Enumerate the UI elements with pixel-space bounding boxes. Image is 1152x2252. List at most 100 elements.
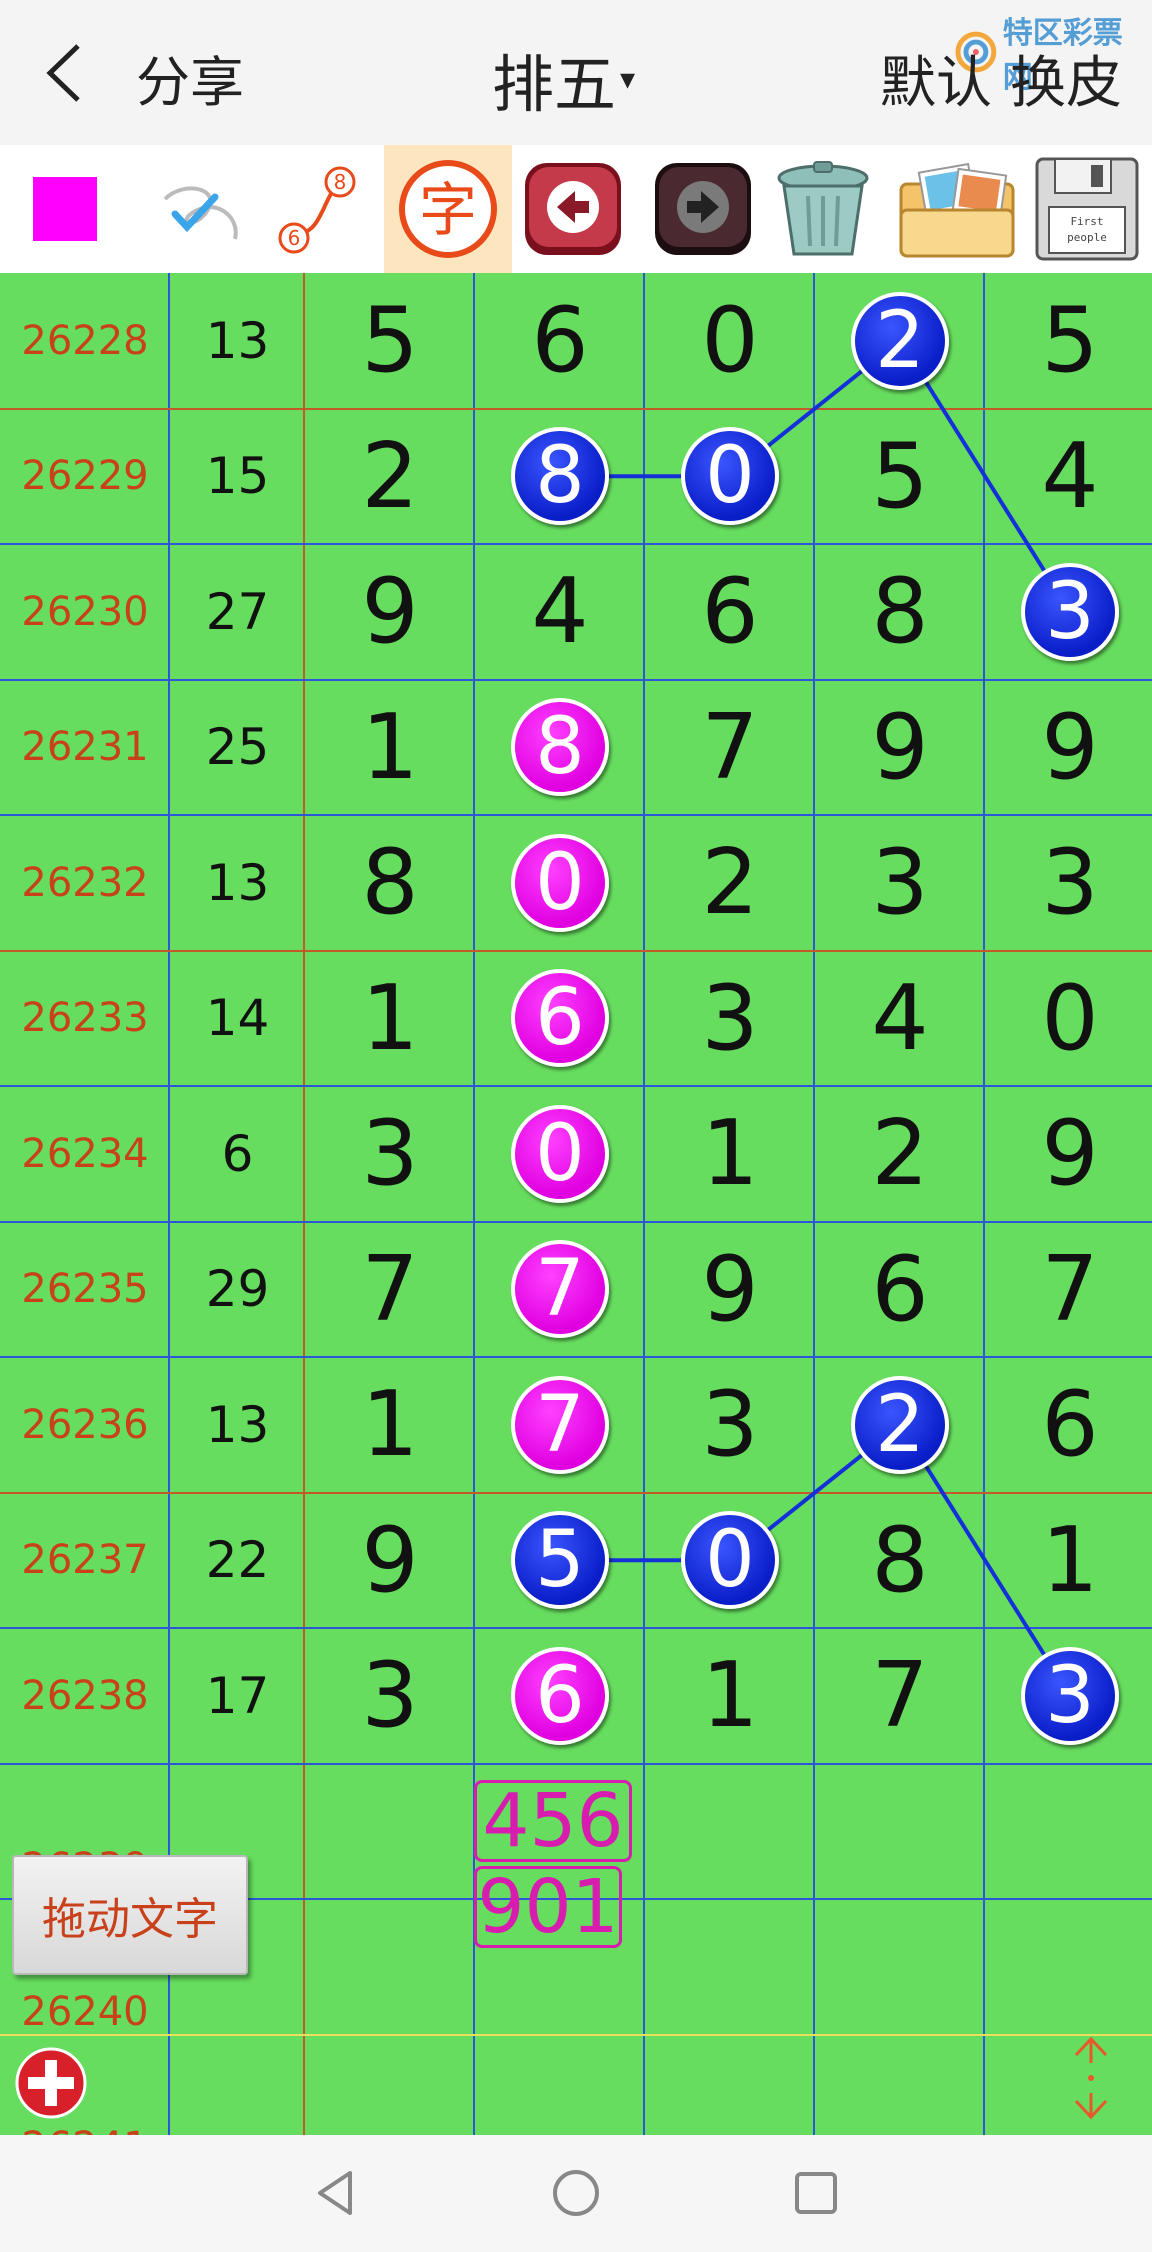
digit-cell[interactable]: 0 bbox=[475, 815, 645, 951]
digit-value: 1 bbox=[361, 694, 419, 800]
lottery-trend-grid[interactable]: 26228 13 5 6 0 2 5 26229 15 2 8 0 5 4 26230 27 9 4 6 8 3 2623… bbox=[0, 273, 1152, 2135]
digit-cell[interactable] bbox=[475, 2035, 645, 2136]
undo-button[interactable] bbox=[518, 145, 628, 273]
digit-cell[interactable]: 1 bbox=[645, 1086, 815, 1222]
digit-value: 7 bbox=[701, 694, 759, 800]
digit-cell[interactable]: 2 bbox=[305, 409, 475, 545]
digit-cell[interactable]: 3 bbox=[815, 815, 985, 951]
digit-cell[interactable] bbox=[645, 1764, 815, 1900]
digit-cell[interactable]: 7 bbox=[305, 1222, 475, 1358]
digit-cell[interactable]: 1 bbox=[305, 680, 475, 816]
digit-cell[interactable] bbox=[985, 1764, 1152, 1900]
pen-tool-button[interactable] bbox=[140, 145, 260, 273]
save-button[interactable]: First people bbox=[1028, 145, 1146, 273]
digit-value: 9 bbox=[361, 559, 419, 665]
default-button[interactable]: 默认 bbox=[880, 38, 992, 119]
digit-cell[interactable] bbox=[305, 2035, 475, 2136]
color-swatch-button[interactable] bbox=[10, 145, 120, 273]
digit-cell[interactable] bbox=[815, 2035, 985, 2136]
drag-text-button[interactable]: 拖动文字 bbox=[12, 1855, 248, 1975]
digit-cell[interactable]: 0 bbox=[985, 951, 1152, 1087]
digit-value: 3 bbox=[701, 1372, 759, 1478]
change-skin-button[interactable]: 换皮 bbox=[1010, 38, 1122, 119]
drawing-toolbar: 8 6 字 First people bbox=[0, 145, 1152, 273]
digit-cell[interactable]: 8 bbox=[475, 680, 645, 816]
digit-cell[interactable] bbox=[815, 1764, 985, 1900]
digit-cell[interactable]: 9 bbox=[815, 680, 985, 816]
digit-cell[interactable]: 6 bbox=[475, 1628, 645, 1764]
lottery-type-dropdown[interactable]: 排五 ▾ bbox=[492, 34, 635, 124]
digit-cell[interactable]: 3 bbox=[645, 951, 815, 1087]
prediction-box-2[interactable]: 901 bbox=[474, 1866, 622, 1948]
digit-cell[interactable]: 9 bbox=[985, 680, 1152, 816]
digit-cell[interactable]: 5 bbox=[475, 1493, 645, 1629]
digit-cell[interactable] bbox=[305, 1764, 475, 1900]
digit-cell[interactable]: 3 bbox=[985, 1628, 1152, 1764]
digit-cell[interactable]: 9 bbox=[305, 544, 475, 680]
add-icon[interactable] bbox=[14, 2046, 88, 2120]
digit-cell[interactable] bbox=[645, 2035, 815, 2136]
trash-button[interactable] bbox=[768, 145, 878, 273]
nav-home-icon[interactable] bbox=[546, 2163, 606, 2223]
digit-cell[interactable]: 4 bbox=[475, 544, 645, 680]
digit-cell[interactable]: 0 bbox=[645, 1493, 815, 1629]
digit-cell[interactable]: 2 bbox=[815, 1086, 985, 1222]
digit-cell[interactable]: 7 bbox=[815, 1628, 985, 1764]
redo-button[interactable] bbox=[648, 145, 758, 273]
digit-cell[interactable]: 1 bbox=[305, 1357, 475, 1493]
digit-cell[interactable]: 3 bbox=[985, 544, 1152, 680]
digit-cell[interactable]: 6 bbox=[815, 1222, 985, 1358]
digit-cell[interactable]: 7 bbox=[985, 1222, 1152, 1358]
digit-cell[interactable]: 0 bbox=[645, 273, 815, 409]
digit-cell[interactable]: 3 bbox=[645, 1357, 815, 1493]
text-tool-button[interactable]: 字 bbox=[384, 145, 512, 273]
scroll-arrows-icon[interactable] bbox=[1068, 2033, 1114, 2123]
digit-cell[interactable]: 6 bbox=[475, 273, 645, 409]
digit-cell[interactable]: 5 bbox=[305, 273, 475, 409]
digit-cell[interactable]: 7 bbox=[645, 680, 815, 816]
digit-cell[interactable]: 4 bbox=[815, 951, 985, 1087]
digit-cell[interactable]: 6 bbox=[645, 544, 815, 680]
digit-value: 6 bbox=[871, 1236, 929, 1342]
digit-cell[interactable]: 0 bbox=[475, 1086, 645, 1222]
digit-cell[interactable]: 3 bbox=[985, 815, 1152, 951]
digit-cell[interactable]: 9 bbox=[645, 1222, 815, 1358]
digit-cell[interactable]: 6 bbox=[475, 951, 645, 1087]
digit-cell[interactable]: 6 bbox=[985, 1357, 1152, 1493]
digit-cell[interactable] bbox=[645, 1899, 815, 2035]
digit-cell[interactable]: 5 bbox=[985, 273, 1152, 409]
digit-cell[interactable]: 8 bbox=[475, 409, 645, 545]
nav-recents-icon[interactable] bbox=[786, 2163, 846, 2223]
digit-cell[interactable]: 2 bbox=[645, 815, 815, 951]
line-connect-tool-button[interactable]: 8 6 bbox=[268, 145, 368, 273]
digit-cell[interactable]: 3 bbox=[305, 1628, 475, 1764]
digit-cell[interactable]: 8 bbox=[815, 544, 985, 680]
back-arrow-icon[interactable] bbox=[40, 40, 90, 106]
digit-cell[interactable]: 4 bbox=[985, 409, 1152, 545]
digit-cell[interactable] bbox=[815, 1899, 985, 2035]
digit-cell[interactable]: 0 bbox=[645, 409, 815, 545]
pink-highlight-ball: 0 bbox=[511, 1104, 609, 1203]
digit-cell[interactable]: 3 bbox=[305, 1086, 475, 1222]
digit-cell[interactable]: 9 bbox=[305, 1493, 475, 1629]
digit-cell[interactable] bbox=[305, 1899, 475, 2035]
digit-cell[interactable]: 5 bbox=[815, 409, 985, 545]
image-gallery-button[interactable] bbox=[892, 145, 1022, 273]
digit-cell[interactable]: 1 bbox=[305, 951, 475, 1087]
digit-cell[interactable]: 2 bbox=[815, 1357, 985, 1493]
pen-tool-icon bbox=[163, 186, 238, 240]
digit-cell[interactable] bbox=[985, 1899, 1152, 2035]
share-button[interactable]: 分享 bbox=[136, 38, 244, 117]
digit-cell[interactable]: 9 bbox=[985, 1086, 1152, 1222]
digit-cell[interactable]: 1 bbox=[645, 1628, 815, 1764]
table-row: 26233 14 1 6 3 4 0 bbox=[0, 951, 1152, 1087]
nav-back-icon[interactable] bbox=[306, 2163, 366, 2223]
digit-cell[interactable]: 7 bbox=[475, 1357, 645, 1493]
prediction-box-1[interactable]: 456 bbox=[474, 1780, 632, 1862]
digit-cell[interactable]: 8 bbox=[305, 815, 475, 951]
digit-cell[interactable]: 8 bbox=[815, 1493, 985, 1629]
digit-cell[interactable]: 7 bbox=[475, 1222, 645, 1358]
digit-cell[interactable]: 2 bbox=[815, 273, 985, 409]
digit-value: 3 bbox=[871, 830, 929, 936]
digit-cell[interactable]: 1 bbox=[985, 1493, 1152, 1629]
